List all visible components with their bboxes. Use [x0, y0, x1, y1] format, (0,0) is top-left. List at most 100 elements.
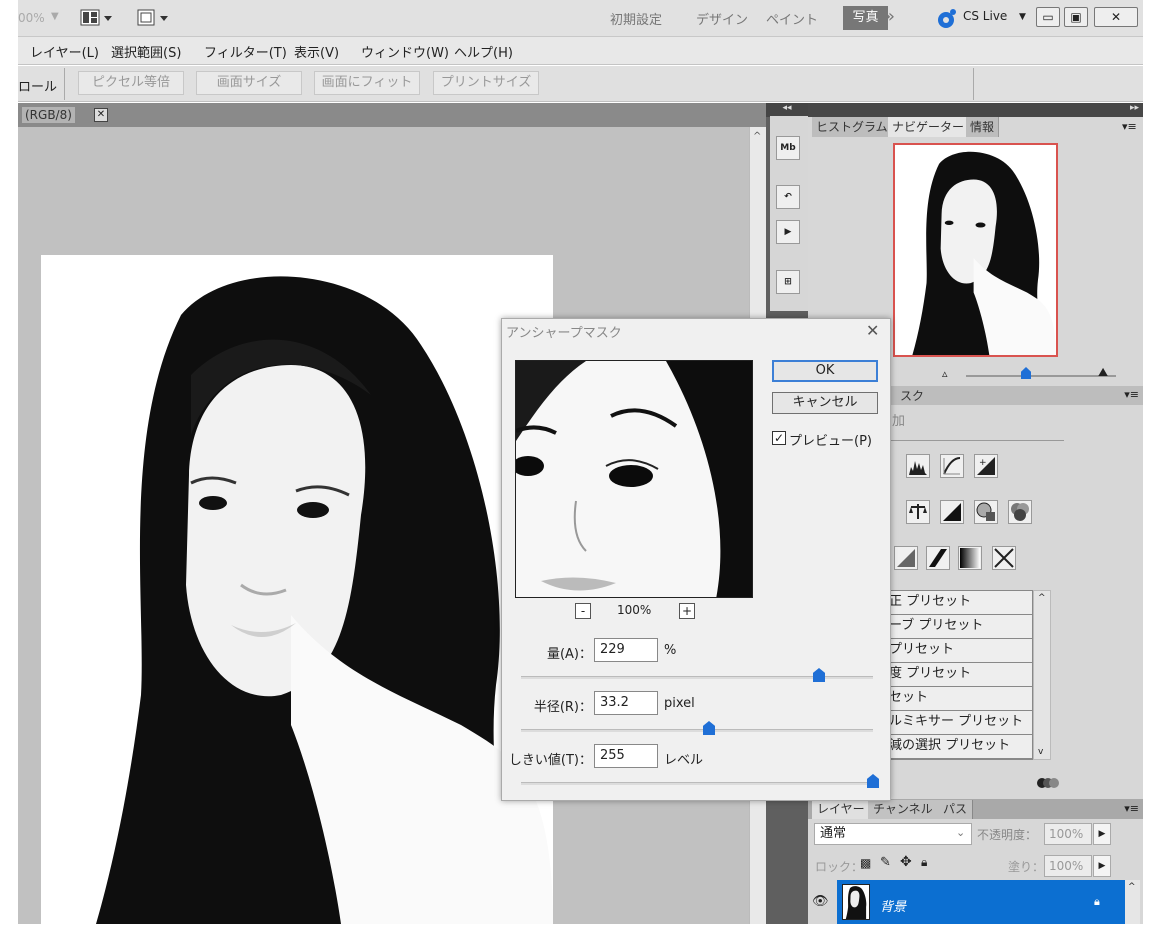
- filter-preview[interactable]: [515, 360, 753, 598]
- tab-histogram[interactable]: ヒストグラム: [812, 117, 893, 137]
- tab-info[interactable]: 情報: [966, 117, 1000, 137]
- maximize-button[interactable]: ▣: [1064, 7, 1088, 27]
- zoom-in-icon[interactable]: ⛰: [1098, 365, 1108, 380]
- actions-icon[interactable]: ▶: [776, 220, 800, 244]
- list-item[interactable]: 正 プリセット: [879, 591, 1032, 615]
- workspace-design[interactable]: デザイン: [696, 9, 748, 28]
- lock-all-icon[interactable]: 🔒︎: [921, 855, 927, 870]
- scroll-up-icon[interactable]: ^: [753, 131, 761, 142]
- blend-mode-select[interactable]: 通常: [814, 823, 972, 845]
- application-bar: 00% ▼ 初期設定 デザイン ペイント 写真 » CS Live ▼ ▭ ▣ …: [18, 0, 1143, 37]
- lock-position-icon[interactable]: ✥: [900, 854, 912, 870]
- curves-icon[interactable]: [940, 454, 964, 478]
- cs-live-button[interactable]: CS Live: [963, 9, 1007, 23]
- color-balance-icon[interactable]: [906, 500, 930, 524]
- panel-menu-icon[interactable]: ▾≡: [1124, 802, 1139, 815]
- tab-paths[interactable]: パス: [938, 800, 974, 819]
- fill-screen-button[interactable]: 画面にフィット: [314, 71, 420, 95]
- menu-window[interactable]: ウィンドウ(W): [361, 42, 449, 61]
- history-icon[interactable]: ↶: [776, 185, 800, 209]
- channel-mixer-icon[interactable]: [1008, 500, 1032, 524]
- workspace-photo[interactable]: 写真: [843, 6, 888, 30]
- tab-navigator[interactable]: ナビゲーター: [888, 117, 970, 137]
- print-size-button[interactable]: プリントサイズ: [433, 71, 539, 95]
- preview-checkbox[interactable]: ✓: [772, 431, 786, 445]
- document-tab[interactable]: (RGB/8): [22, 107, 75, 123]
- workspace-paint[interactable]: ペイント: [766, 9, 818, 28]
- navigator-zoom-slider[interactable]: [966, 375, 1116, 377]
- zoom-out-icon[interactable]: ▵: [942, 367, 948, 380]
- chevron-down-icon[interactable]: ⌄: [956, 826, 965, 839]
- menu-help[interactable]: ヘルプ(H): [454, 42, 513, 61]
- opacity-field[interactable]: 100%: [1044, 823, 1092, 845]
- presets-scrollbar[interactable]: ^ v: [1033, 590, 1051, 760]
- selective-color-icon[interactable]: [992, 546, 1016, 570]
- zoom-in-button[interactable]: +: [679, 603, 695, 619]
- list-item[interactable]: ルミキサー プリセット: [879, 711, 1032, 735]
- opacity-arrow-icon[interactable]: ▶: [1093, 823, 1111, 845]
- minimize-button[interactable]: ▭: [1036, 7, 1060, 27]
- chevron-down-icon[interactable]: ▼: [51, 11, 59, 22]
- threshold-slider[interactable]: [521, 782, 873, 785]
- radius-input[interactable]: 33.2: [594, 691, 658, 715]
- cs-live-icon[interactable]: [936, 8, 958, 30]
- clip-layer-icon[interactable]: [1036, 774, 1060, 792]
- list-item[interactable]: 度 プリセット: [879, 663, 1032, 687]
- zoom-level[interactable]: 00%: [18, 11, 45, 25]
- chevron-down-icon[interactable]: ▼: [1019, 12, 1026, 22]
- panel-menu-icon[interactable]: ▾≡: [1122, 120, 1137, 133]
- more-workspaces-icon[interactable]: »: [884, 6, 895, 27]
- adjustment-presets-list: 正 プリセット ーブ プリセット プリセット 度 プリセット セット ルミキサー…: [878, 590, 1033, 760]
- fit-screen-button[interactable]: 画面サイズ: [196, 71, 302, 95]
- exposure-icon[interactable]: +: [974, 454, 998, 478]
- radius-slider[interactable]: [521, 729, 873, 732]
- navigator-thumbnail[interactable]: [893, 143, 1058, 357]
- mini-bridge-icon[interactable]: Mb: [776, 136, 800, 160]
- fill-arrow-icon[interactable]: ▶: [1093, 855, 1111, 877]
- eye-icon[interactable]: 👁︎: [812, 894, 829, 909]
- cancel-button[interactable]: キャンセル: [772, 392, 878, 414]
- layers-scrollbar[interactable]: ^: [1125, 880, 1140, 924]
- close-document-icon[interactable]: ✕: [94, 108, 108, 122]
- threshold-icon[interactable]: [926, 546, 950, 570]
- posterize-icon[interactable]: [894, 546, 918, 570]
- zoom-out-button[interactable]: -: [575, 603, 591, 619]
- screen-mode-icon[interactable]: [136, 8, 168, 28]
- menu-view[interactable]: 表示(V): [294, 42, 339, 61]
- collapse-dock-icon[interactable]: ◂◂: [766, 103, 808, 117]
- list-item[interactable]: ーブ プリセット: [879, 615, 1032, 639]
- list-item[interactable]: セット: [879, 687, 1032, 711]
- workspace-default[interactable]: 初期設定: [610, 9, 662, 28]
- black-white-icon[interactable]: [940, 500, 964, 524]
- gradient-map-icon[interactable]: [958, 546, 982, 570]
- amount-input[interactable]: 229: [594, 638, 658, 662]
- lock-image-icon[interactable]: ✎: [880, 855, 891, 870]
- list-item[interactable]: プリセット: [879, 639, 1032, 663]
- close-button[interactable]: ✕: [1094, 7, 1138, 27]
- threshold-input[interactable]: 255: [594, 744, 658, 768]
- arrange-documents-icon[interactable]: [80, 8, 112, 28]
- photo-filter-icon[interactable]: [974, 500, 998, 524]
- menu-layer[interactable]: レイヤー(L): [30, 42, 99, 61]
- dialog-close-icon[interactable]: ✕: [866, 321, 879, 340]
- menu-select[interactable]: 選択範囲(S): [111, 42, 181, 61]
- ok-button[interactable]: OK: [772, 360, 878, 382]
- scroll-up-icon[interactable]: ^: [1038, 593, 1046, 603]
- preview-label[interactable]: プレビュー(P): [789, 430, 872, 449]
- expand-panels-icon[interactable]: ▸▸: [1130, 103, 1139, 113]
- tab-channels[interactable]: チャンネル: [868, 800, 939, 819]
- lock-transparency-icon[interactable]: ▩: [860, 856, 871, 870]
- tab-layers[interactable]: レイヤー: [812, 800, 871, 819]
- scroll-down-icon[interactable]: v: [1038, 747, 1043, 757]
- menu-filter[interactable]: フィルター(T): [204, 42, 287, 61]
- panel-menu-icon[interactable]: ▾≡: [1124, 388, 1139, 401]
- clone-source-icon[interactable]: ⊞: [776, 270, 800, 294]
- list-item[interactable]: 減の選択 プリセット: [879, 735, 1032, 759]
- scroll-up-icon[interactable]: ^: [1128, 882, 1136, 892]
- actual-pixels-button[interactable]: ピクセル等倍: [78, 71, 184, 95]
- levels-icon[interactable]: [906, 454, 930, 478]
- layer-name[interactable]: 背景: [880, 896, 906, 915]
- layer-thumbnail[interactable]: [842, 884, 870, 920]
- fill-field[interactable]: 100%: [1044, 855, 1092, 877]
- adjustments-tab[interactable]: スク: [900, 387, 924, 404]
